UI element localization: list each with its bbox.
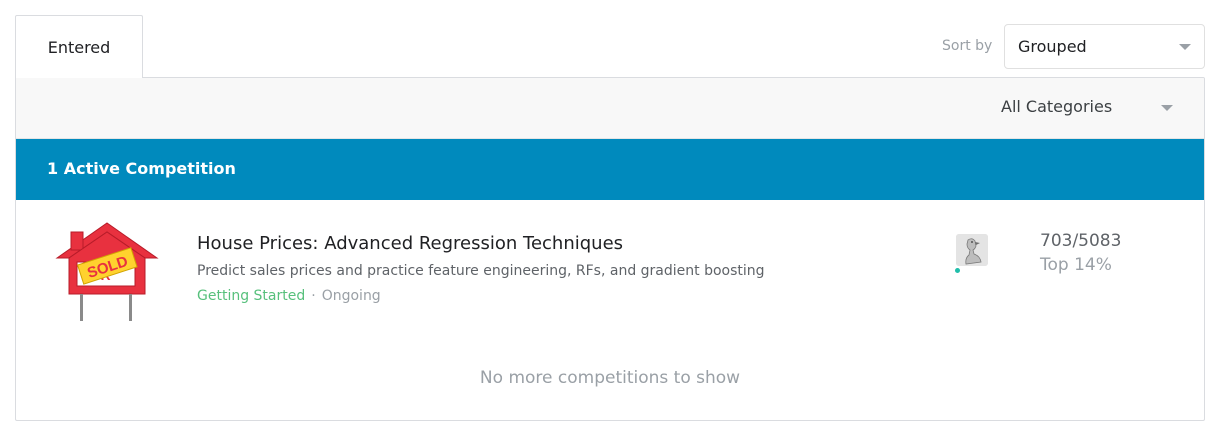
leaderboard-rank: 703/5083	[1040, 231, 1122, 251]
no-more-competitions-message: No more competitions to show	[479, 368, 741, 388]
team-avatar[interactable]	[956, 234, 988, 266]
group-header: 1 Active Competition	[16, 139, 1204, 200]
meta-separator: ·	[311, 288, 316, 304]
sort-by-label: Sort by	[942, 38, 993, 54]
goose-avatar-icon	[956, 234, 988, 266]
leaderboard-percentile: Top 14%	[1040, 255, 1112, 275]
sort-select-value: Grouped	[1018, 37, 1087, 56]
tab-entered-label: Entered	[47, 37, 111, 57]
tab-entered[interactable]: Entered	[15, 15, 143, 78]
house-sold-sign-icon: FOR SOLD	[55, 222, 159, 321]
online-status-dot	[955, 268, 960, 273]
group-header-label: 1 Active Competition	[47, 159, 236, 178]
competition-status: Ongoing	[321, 288, 381, 304]
competition-list-card: All Categories 1 Active Competition FOR	[15, 77, 1205, 421]
competitions-page: Entered Sort by Grouped All Categories 1…	[0, 0, 1220, 431]
chevron-down-icon	[1161, 105, 1173, 111]
competition-category[interactable]: Getting Started	[197, 288, 305, 304]
sort-select[interactable]: Grouped	[1004, 24, 1205, 69]
competition-meta: Getting Started · Ongoing	[197, 288, 381, 304]
competition-title[interactable]: House Prices: Advanced Regression Techni…	[197, 233, 623, 254]
filter-bar: All Categories	[16, 78, 1204, 139]
chevron-down-icon	[1179, 44, 1191, 50]
competition-description: Predict sales prices and practice featur…	[197, 263, 765, 279]
competition-row[interactable]: FOR SOLD House Prices: Advanced Regressi…	[16, 200, 1204, 330]
category-select-value: All Categories	[1001, 97, 1113, 116]
